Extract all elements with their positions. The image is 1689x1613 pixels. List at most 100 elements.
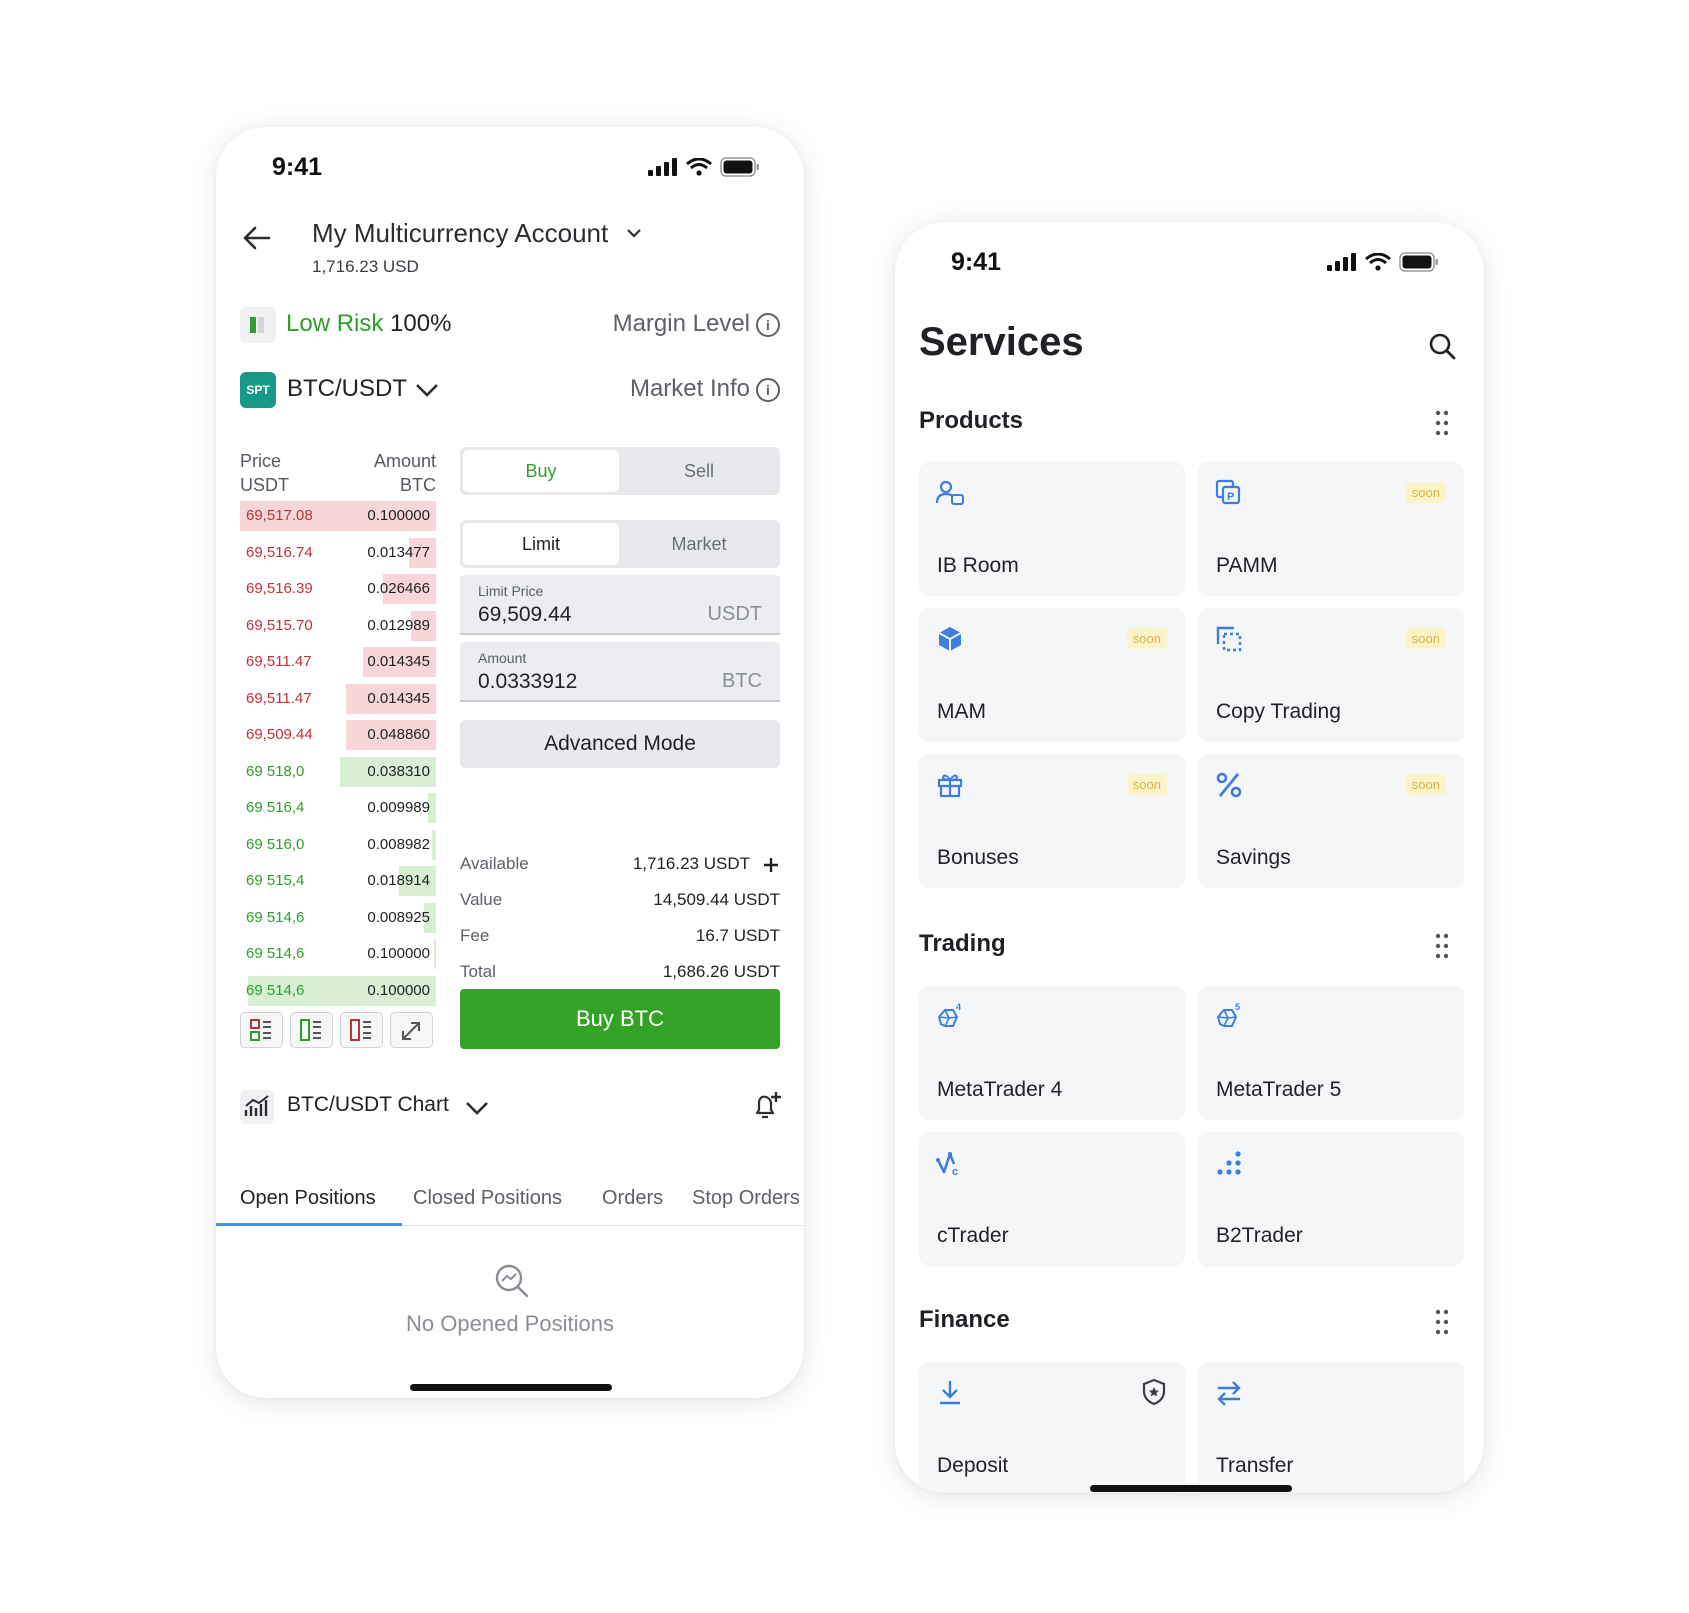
order-price: 69 514,6 [246, 981, 305, 999]
plus-icon[interactable] [762, 856, 780, 874]
expand-icon [402, 1022, 420, 1040]
market-info-label[interactable]: Market Info [630, 375, 750, 403]
metatrader5-icon: 5 [1216, 1002, 1240, 1027]
ask-row[interactable]: 69,516.39 0.026466 [240, 572, 436, 605]
ask-row[interactable]: 69,511.47 0.014345 [240, 682, 436, 715]
signal-icon [1327, 253, 1356, 271]
advanced-mode-button[interactable]: Advanced Mode [460, 720, 780, 768]
battery-icon [720, 157, 759, 177]
gift-icon [937, 774, 963, 798]
orderbook-asks-view-button[interactable] [340, 1012, 383, 1048]
limit-tab[interactable]: Limit [463, 523, 619, 565]
buy-btc-button[interactable]: Buy BTC [460, 989, 780, 1049]
drag-handle-icon[interactable] [1434, 933, 1450, 959]
tile-pamm[interactable]: P soon PAMM [1198, 462, 1464, 596]
order-price: 69,517.08 [246, 507, 313, 524]
info-icon[interactable]: i [756, 313, 780, 337]
trading-screen: 9:41 My Multicurrency Account 1,716.23 U… [216, 127, 804, 1398]
summary-value: 16.7 USDT [695, 926, 780, 945]
tile-metatrader-5[interactable]: 5 MetaTrader 5 [1198, 986, 1464, 1120]
tab-orders[interactable]: Orders [602, 1187, 663, 1210]
bid-row[interactable]: 69 518,0 0.038310 [240, 755, 436, 788]
account-name[interactable]: My Multicurrency Account [312, 218, 608, 249]
risk-percent: 100% [390, 310, 452, 337]
amount-label: Amount [478, 650, 527, 666]
search-icon[interactable] [1428, 332, 1456, 360]
ask-row[interactable]: 69,516.74 0.013477 [240, 536, 436, 569]
tab-closed-positions[interactable]: Closed Positions [413, 1187, 562, 1210]
limit-price-value: 69,509.44 [478, 603, 572, 626]
ask-row[interactable]: 69,511.47 0.014345 [240, 645, 436, 678]
orderbook-bids-view-button[interactable] [290, 1012, 333, 1048]
tile-mam[interactable]: soon MAM [919, 608, 1185, 742]
add-alert-bell-icon[interactable] [752, 1090, 782, 1122]
expand-button[interactable] [390, 1012, 433, 1048]
tile-label: cTrader [937, 1224, 1009, 1247]
order-amount: 0.018914 [367, 872, 430, 889]
tile-transfer[interactable]: Transfer [1198, 1362, 1464, 1493]
order-price: 69 514,6 [246, 945, 305, 962]
soon-badge: soon [1405, 628, 1446, 649]
tile-bonuses[interactable]: soon Bonuses [919, 754, 1185, 888]
section-title-products: Products [919, 407, 1024, 434]
summary-value-row: Value 14,509.44 USDT [460, 890, 780, 916]
ask-row[interactable]: 69,509.44 0.048860 [240, 718, 436, 751]
summary-total-row: Total 1,686.26 USDT [460, 962, 780, 988]
orderbook-both-view-button[interactable] [240, 1012, 283, 1048]
bid-row[interactable]: 69 514,6 0.100000 [240, 937, 436, 970]
limit-price-field[interactable]: Limit Price 69,509.44 USDT [460, 575, 780, 635]
order-price: 69,511.47 [246, 689, 312, 707]
bid-row[interactable]: 69 514,6 0.008925 [240, 901, 436, 934]
chevron-down-icon[interactable] [414, 381, 440, 399]
order-amount: 0.013477 [367, 543, 430, 561]
drag-handle-icon[interactable] [1434, 410, 1450, 436]
svg-text:5: 5 [1235, 1002, 1240, 1012]
order-price: 69,515.70 [246, 616, 313, 634]
copy-trading-icon [1216, 626, 1242, 652]
price-header-unit: USDT [240, 475, 289, 495]
active-tab-indicator [216, 1223, 402, 1226]
price-header-label: Price [240, 451, 282, 471]
info-icon[interactable]: i [756, 378, 780, 402]
home-indicator [410, 1384, 612, 1391]
bid-row[interactable]: 69 516,4 0.009989 [240, 791, 436, 824]
tile-deposit[interactable]: Deposit [919, 1362, 1185, 1493]
search-chart-icon [495, 1264, 529, 1298]
tile-ctrader[interactable]: c cTrader [919, 1132, 1185, 1266]
svg-text:c: c [952, 1166, 958, 1178]
shield-icon [1142, 1378, 1166, 1406]
b2trader-icon [1217, 1151, 1241, 1175]
sell-tab[interactable]: Sell [621, 450, 777, 492]
tab-stop-orders[interactable]: Stop Orders [692, 1187, 800, 1210]
tile-savings[interactable]: soon Savings [1198, 754, 1464, 888]
tile-b2trader[interactable]: B2Trader [1198, 1132, 1464, 1266]
orderbook-bids-icon [300, 1019, 321, 1041]
tab-open-positions[interactable]: Open Positions [240, 1187, 376, 1210]
chart-selector[interactable]: BTC/USDT Chart [287, 1093, 449, 1117]
chevron-down-icon[interactable] [626, 227, 642, 239]
tile-copy-trading[interactable]: soon Copy Trading [1198, 608, 1464, 742]
market-tab[interactable]: Market [621, 523, 777, 565]
chart-icon [240, 1090, 274, 1124]
home-indicator [1090, 1485, 1292, 1492]
order-amount: 0.014345 [367, 653, 430, 670]
bid-row[interactable]: 69 516,0 0.008982 [240, 828, 436, 861]
back-arrow-icon[interactable] [242, 225, 272, 251]
amount-unit: BTC [722, 670, 762, 692]
chevron-down-icon[interactable] [464, 1100, 490, 1116]
tile-metatrader-4[interactable]: 4 MetaTrader 4 [919, 986, 1185, 1120]
summary-fee-row: Fee 16.7 USDT [460, 926, 780, 952]
tile-label: Copy Trading [1216, 700, 1341, 723]
order-amount: 0.100000 [367, 981, 430, 999]
ask-row[interactable]: 69,517.08 0.100000 [240, 499, 436, 532]
buy-tab[interactable]: Buy [463, 450, 619, 492]
drag-handle-icon[interactable] [1434, 1309, 1450, 1335]
soon-badge: soon [1126, 774, 1167, 795]
bid-row[interactable]: 69 514,6 0.100000 [240, 974, 436, 1007]
tile-ib-room[interactable]: IB Room [919, 462, 1185, 596]
tile-label: MAM [937, 700, 986, 723]
pair-symbol[interactable]: BTC/USDT [287, 375, 407, 403]
ask-row[interactable]: 69,515.70 0.012989 [240, 609, 436, 642]
amount-field[interactable]: Amount 0.0333912 BTC [460, 642, 780, 702]
bid-row[interactable]: 69 515,4 0.018914 [240, 864, 436, 897]
